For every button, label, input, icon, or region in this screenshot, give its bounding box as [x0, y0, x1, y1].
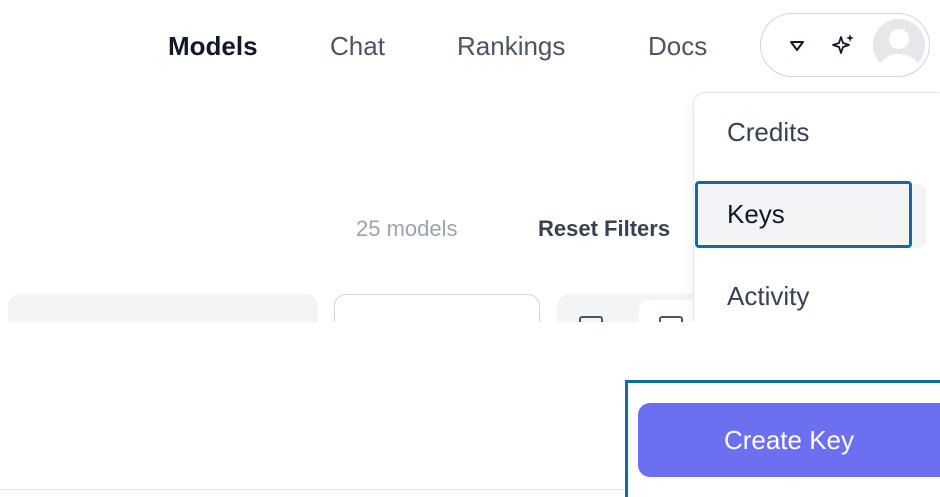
divider	[0, 489, 626, 490]
nav-link-chat[interactable]: Chat	[330, 30, 385, 62]
sparkle-icon[interactable]	[831, 32, 857, 58]
menu-item-credits[interactable]: Credits	[727, 116, 809, 148]
nav-link-docs[interactable]: Docs	[648, 30, 707, 62]
menu-item-activity[interactable]: Activity	[727, 280, 809, 312]
user-menu-toggle[interactable]	[760, 13, 930, 77]
nav-link-rankings[interactable]: Rankings	[457, 30, 565, 62]
avatar[interactable]	[873, 19, 925, 71]
chevron-down-icon[interactable]	[787, 36, 807, 56]
menu-item-keys[interactable]: Keys	[727, 198, 785, 230]
create-key-button[interactable]: Create Key	[638, 403, 940, 477]
reset-filters-button[interactable]: Reset Filters	[538, 216, 670, 242]
model-count: 25 models	[356, 216, 458, 241]
nav-link-models[interactable]: Models	[168, 30, 258, 62]
